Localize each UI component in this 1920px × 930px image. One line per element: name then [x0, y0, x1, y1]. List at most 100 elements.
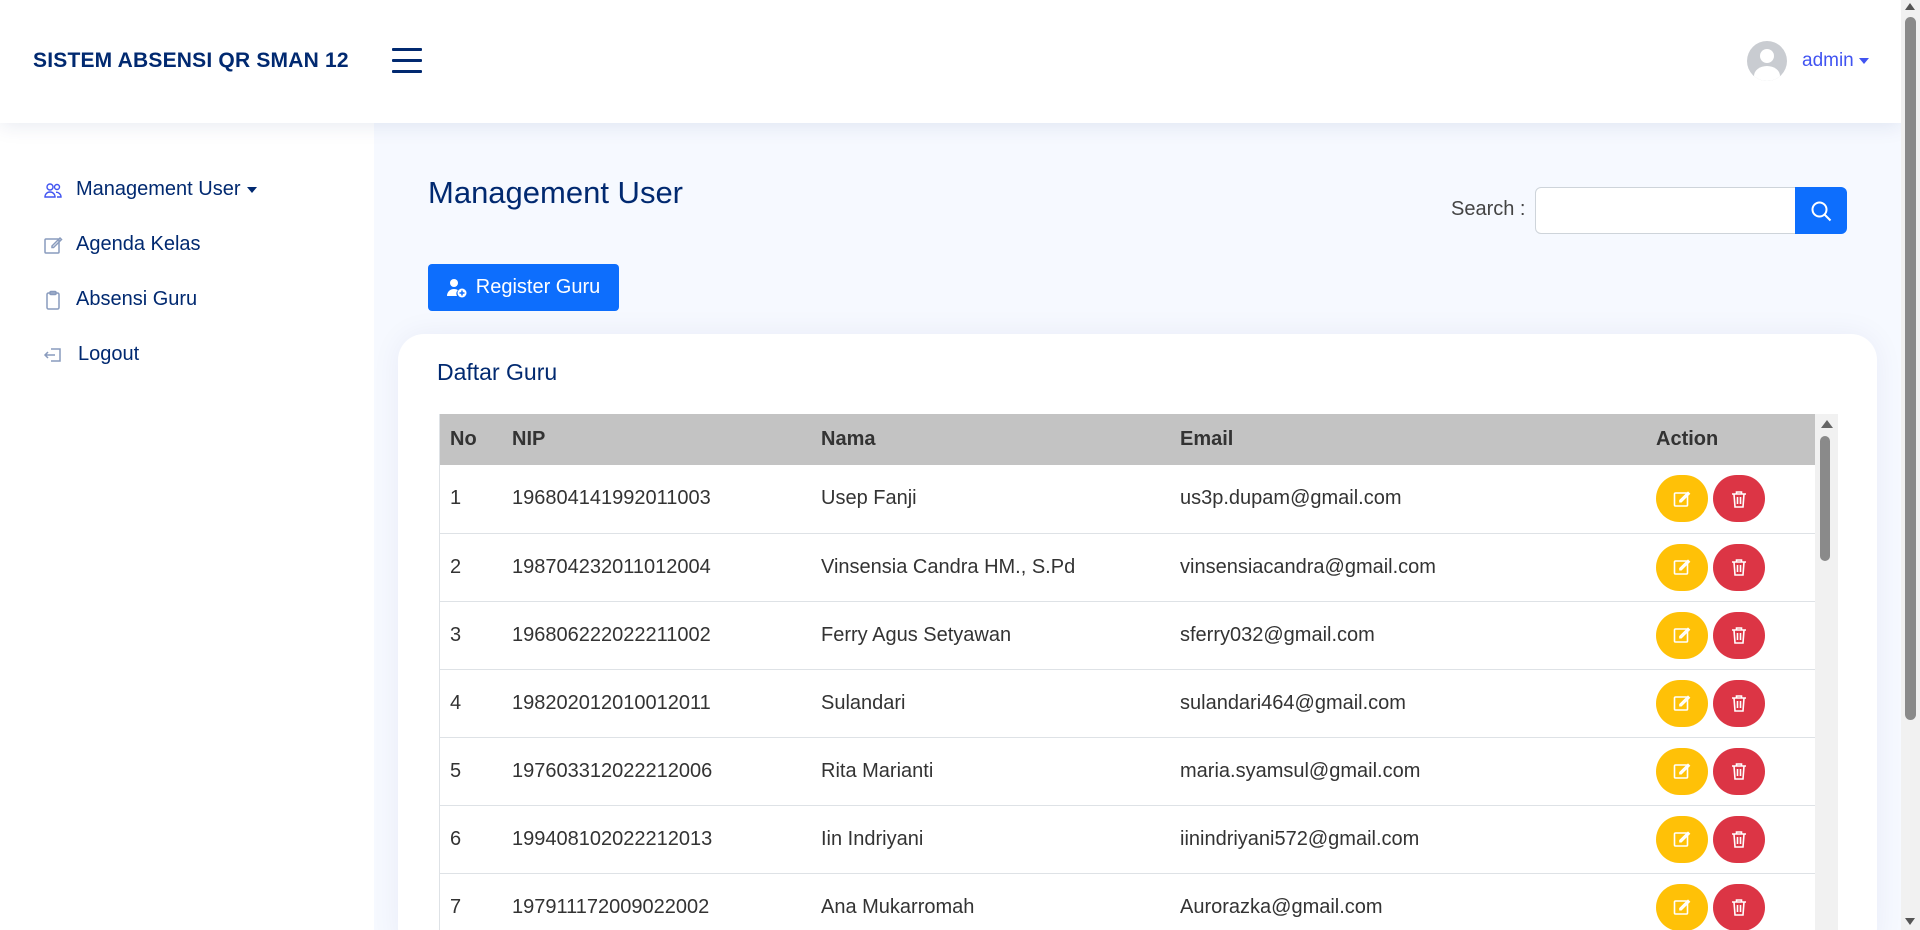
trash-icon — [1732, 763, 1746, 780]
edit-button[interactable] — [1656, 475, 1708, 523]
brand-title[interactable]: SISTEM ABSENSI QR SMAN 12 — [33, 49, 349, 73]
scroll-up-arrow-icon[interactable] — [1821, 420, 1833, 428]
column-header-nip: NIP — [512, 428, 546, 450]
cell-email: sferry032@gmail.com — [1170, 601, 1646, 670]
edit-button[interactable] — [1656, 543, 1708, 591]
delete-button[interactable] — [1713, 543, 1765, 591]
edit-button[interactable] — [1656, 611, 1708, 659]
username[interactable]: admin — [1802, 50, 1854, 72]
avatar[interactable] — [1747, 41, 1787, 81]
cell-no: 4 — [440, 669, 502, 738]
scrollbar-thumb[interactable] — [1820, 436, 1830, 561]
cell-no: 2 — [440, 533, 502, 602]
scroll-down-arrow-icon[interactable] — [1905, 918, 1915, 925]
edit-icon — [1673, 559, 1691, 575]
cell-action — [1646, 533, 1816, 602]
edit-button[interactable] — [1656, 747, 1708, 795]
trash-icon — [1732, 831, 1746, 848]
sidebar-item-logout[interactable]: Logout — [43, 343, 139, 366]
cell-action — [1646, 601, 1816, 670]
search-input[interactable] — [1535, 187, 1796, 234]
sidebar-item-label: Absensi Guru — [76, 288, 198, 310]
cell-nama: Ana Mukarromah — [811, 873, 1170, 930]
column-header-email: Email — [1180, 428, 1234, 450]
cell-nama: Vinsensia Candra HM., S.Pd — [811, 533, 1170, 602]
cell-no: 6 — [440, 805, 502, 874]
edit-icon — [1673, 831, 1691, 847]
user-menu[interactable]: admin — [1747, 41, 1869, 81]
teacher-table: No NIP Nama Email Action 1 19680414199201… — [440, 414, 1816, 930]
delete-button[interactable] — [1713, 883, 1765, 930]
search-label: Search : — [1451, 198, 1526, 220]
cell-nip: 199408102022212013 — [502, 805, 811, 874]
cell-nip: 196804141992011003 — [502, 465, 811, 534]
delete-button[interactable] — [1713, 747, 1765, 795]
table-row: 5 197603312022212006 Rita Marianti maria.sy… — [440, 737, 1816, 806]
table-header-row: No NIP Nama Email Action — [440, 414, 1816, 465]
cell-action — [1646, 465, 1816, 534]
edit-button[interactable] — [1656, 679, 1708, 727]
edit-button[interactable] — [1656, 815, 1708, 863]
page-title: Management User — [428, 175, 684, 210]
delete-button[interactable] — [1713, 475, 1765, 523]
cell-email: iinindriyani572@gmail.com — [1170, 805, 1646, 874]
teacher-table-container[interactable]: No NIP Nama Email Action 1 19680414199201… — [439, 414, 1838, 930]
sidebar-item-agenda-kelas[interactable]: Agenda Kelas — [43, 233, 201, 256]
edit-button[interactable] — [1656, 883, 1708, 930]
cell-nip: 198202012010012011 — [502, 669, 811, 738]
person-add-icon — [446, 278, 467, 297]
table-row: 1 196804141992011003 Usep Fanji us3p.dupam@… — [440, 465, 1816, 534]
delete-button[interactable] — [1713, 611, 1765, 659]
search-icon — [1811, 201, 1832, 221]
edit-icon — [1673, 627, 1691, 643]
cell-no: 1 — [440, 465, 502, 534]
column-header-nama: Nama — [821, 428, 876, 450]
sidebar-item-management-user[interactable]: Management User — [43, 178, 257, 201]
cell-no: 5 — [440, 737, 502, 806]
scrollbar-thumb[interactable] — [1905, 17, 1916, 720]
cell-nip: 196806222022211002 — [502, 601, 811, 670]
cell-action — [1646, 805, 1816, 874]
cell-action — [1646, 873, 1816, 930]
top-header: SISTEM ABSENSI QR SMAN 12 admin — [0, 0, 1901, 123]
cell-email: us3p.dupam@gmail.com — [1170, 465, 1646, 534]
cell-action — [1646, 669, 1816, 738]
caret-down-icon[interactable] — [1858, 58, 1869, 64]
cell-nama: Rita Marianti — [811, 737, 1170, 806]
cell-email: sulandari464@gmail.com — [1170, 669, 1646, 738]
delete-button[interactable] — [1713, 815, 1765, 863]
delete-button[interactable] — [1713, 679, 1765, 727]
trash-icon — [1732, 490, 1746, 508]
cell-action — [1646, 737, 1816, 806]
search-button[interactable] — [1795, 187, 1847, 234]
cell-no: 7 — [440, 873, 502, 930]
table-row: 4 198202012010012011 Sulandari sulandari464… — [440, 669, 1816, 738]
cell-nama: Ferry Agus Setyawan — [811, 601, 1170, 670]
table-row: 3 196806222022211002 Ferry Agus Setyawan sf… — [440, 601, 1816, 670]
trash-icon — [1732, 899, 1746, 916]
scroll-up-arrow-icon[interactable] — [1905, 3, 1915, 10]
register-guru-button[interactable]: Register Guru — [428, 264, 619, 311]
trash-icon — [1732, 627, 1746, 644]
cell-nip: 198704232011012004 — [502, 533, 811, 602]
people-icon — [44, 182, 62, 198]
sidebar-item-label: Management User — [76, 178, 241, 200]
sidebar-item-label: Agenda Kelas — [76, 233, 201, 255]
table-scrollbar[interactable] — [1815, 414, 1838, 930]
cell-nama: Usep Fanji — [811, 465, 1170, 534]
hamburger-menu-icon[interactable] — [392, 48, 422, 74]
cell-nip: 197603312022212006 — [502, 737, 811, 806]
table-row: 7 197911172009022002 Ana Mukarromah Auroraz… — [440, 873, 1816, 930]
sidebar: Management User Agenda Kelas Absensi Gur… — [0, 123, 374, 930]
trash-icon — [1732, 559, 1746, 576]
sidebar-item-absensi-guru[interactable]: Absensi Guru — [43, 288, 197, 311]
cell-nip: 197911172009022002 — [502, 873, 811, 930]
sidebar-item-label: Logout — [78, 343, 140, 365]
edit-icon — [1673, 491, 1691, 507]
cell-email: Aurorazka@gmail.com — [1170, 873, 1646, 930]
column-header-action: Action — [1656, 428, 1719, 450]
cell-nama: Iin Indriyani — [811, 805, 1170, 874]
page-scrollbar[interactable] — [1901, 0, 1920, 930]
cell-email: maria.syamsul@gmail.com — [1170, 737, 1646, 806]
edit-icon — [1673, 695, 1691, 711]
